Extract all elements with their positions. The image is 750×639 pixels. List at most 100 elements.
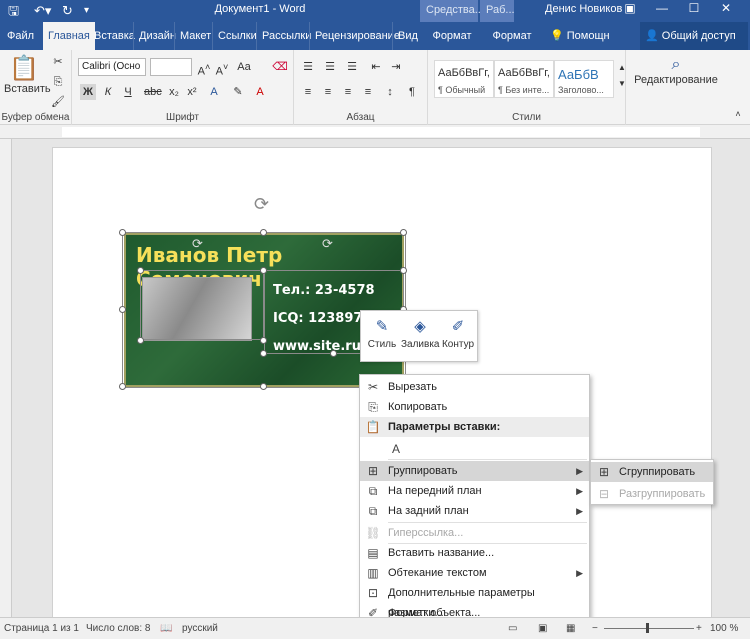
tab-references[interactable]: Ссылки bbox=[212, 22, 262, 50]
font-size-combo[interactable] bbox=[150, 58, 192, 76]
rotate-handle-icon[interactable]: ⟳ bbox=[254, 194, 269, 215]
resize-handle[interactable] bbox=[400, 267, 407, 274]
resize-handle[interactable] bbox=[260, 350, 267, 357]
highlight-icon[interactable]: ✎ bbox=[230, 84, 246, 100]
numbering-icon[interactable]: ☰ bbox=[322, 59, 338, 75]
resize-handle[interactable] bbox=[137, 337, 144, 344]
zoom-level[interactable]: 100 % bbox=[710, 623, 738, 634]
clear-format-icon[interactable]: ⌫ bbox=[272, 59, 288, 75]
resize-handle[interactable] bbox=[260, 337, 267, 344]
menu-item-wrap-text[interactable]: ▥ Обтекание текстом ▶ bbox=[360, 563, 589, 583]
language[interactable]: русский bbox=[182, 623, 218, 634]
tab-layout[interactable]: Макет bbox=[174, 22, 216, 50]
tab-home[interactable]: Главная bbox=[43, 22, 95, 50]
rotate-handle-icon[interactable]: ⟳ bbox=[192, 236, 203, 252]
web-layout-icon[interactable]: ▦ bbox=[566, 623, 575, 634]
context-menu: ✂ Вырезать ⎘ Копировать 📋 Параметры вста… bbox=[359, 374, 590, 626]
vertical-ruler[interactable] bbox=[0, 139, 12, 617]
copy-icon[interactable]: ⎘ bbox=[50, 74, 66, 90]
submenu-item-group[interactable]: ⊞ Сгруппировать bbox=[591, 462, 713, 482]
text-effects-icon[interactable]: A bbox=[206, 84, 222, 100]
strikethrough-icon[interactable]: abc bbox=[144, 84, 162, 100]
tell-me-box[interactable]: 💡 Помощн bbox=[545, 22, 615, 50]
menu-item-group[interactable]: ⊞ Группировать ▶ bbox=[360, 461, 589, 481]
style-normal[interactable]: АаБбВвГг, ¶ Обычный bbox=[434, 60, 494, 98]
resize-handle[interactable] bbox=[330, 350, 337, 357]
tab-file[interactable]: Файл bbox=[2, 22, 39, 50]
drawing-tools-context: Средства... bbox=[420, 0, 484, 22]
menu-item-bring-front[interactable]: ⧉ На передний план ▶ bbox=[360, 481, 589, 501]
tab-view[interactable]: Вид bbox=[392, 22, 423, 50]
grow-font-icon[interactable]: A˄ bbox=[196, 59, 212, 78]
print-layout-icon[interactable]: ▣ bbox=[538, 623, 547, 634]
bold-button[interactable]: Ж bbox=[80, 84, 96, 100]
outline-button[interactable]: ✐ Контур bbox=[439, 315, 477, 359]
align-left-icon[interactable]: ≡ bbox=[300, 84, 316, 100]
menu-item-copy[interactable]: ⎘ Копировать bbox=[360, 397, 589, 417]
tab-review[interactable]: Рецензирование bbox=[309, 22, 405, 50]
chevron-right-icon: ▶ bbox=[576, 568, 583, 578]
zoom-out-icon[interactable]: − bbox=[592, 623, 598, 634]
proofing-icon[interactable]: 📖 bbox=[160, 623, 172, 634]
format-painter-icon[interactable]: 🖌 bbox=[50, 94, 66, 110]
collapse-ribbon-icon[interactable]: ˄ bbox=[730, 106, 746, 122]
resize-handle[interactable] bbox=[260, 383, 267, 390]
line-spacing-icon[interactable]: ↕ bbox=[382, 84, 398, 100]
pilcrow-icon[interactable]: ¶ bbox=[404, 84, 420, 100]
subscript-icon[interactable]: x₂ bbox=[166, 84, 182, 100]
cut-icon[interactable]: ✂ bbox=[50, 54, 66, 70]
ribbon-options-icon[interactable]: ▣ bbox=[620, 1, 640, 15]
tab-mailings[interactable]: Рассылки bbox=[256, 22, 316, 50]
zoom-slider[interactable] bbox=[604, 628, 694, 629]
resize-handle[interactable] bbox=[400, 229, 407, 236]
increase-indent-icon[interactable]: ⇥ bbox=[388, 59, 404, 75]
tab-format-drawing[interactable]: Формат bbox=[424, 22, 480, 50]
resize-handle[interactable] bbox=[119, 306, 126, 313]
decrease-indent-icon[interactable]: ⇤ bbox=[368, 59, 384, 75]
zoom-thumb[interactable] bbox=[646, 623, 649, 633]
page-count[interactable]: Страница 1 из 1 bbox=[4, 623, 79, 634]
underline-button[interactable]: Ч bbox=[120, 84, 136, 100]
zoom-in-icon[interactable]: + bbox=[696, 623, 702, 634]
shrink-font-icon[interactable]: A˅ bbox=[214, 59, 230, 78]
style-button[interactable]: ✎ Стиль bbox=[363, 315, 401, 359]
rotate-handle-icon[interactable]: ⟳ bbox=[322, 236, 333, 252]
tab-format-picture[interactable]: Формат bbox=[484, 22, 540, 50]
word-count[interactable]: Число слов: 8 bbox=[86, 623, 150, 634]
resize-handle[interactable] bbox=[119, 383, 126, 390]
fill-button[interactable]: ◈ Заливка bbox=[401, 315, 440, 359]
share-button[interactable]: 👤 Общий доступ bbox=[640, 22, 748, 50]
resize-handle[interactable] bbox=[137, 267, 144, 274]
bullets-icon[interactable]: ☰ bbox=[300, 59, 316, 75]
resize-handle[interactable] bbox=[260, 229, 267, 236]
change-case-icon[interactable]: Aa bbox=[236, 59, 252, 75]
justify-icon[interactable]: ≡ bbox=[360, 84, 376, 100]
style-heading[interactable]: АаБбВ Заголово... bbox=[554, 60, 614, 98]
menu-item-layout-options[interactable]: ⊡ Дополнительные параметры разметки... bbox=[360, 583, 589, 619]
user-name[interactable]: Денис Новиков bbox=[545, 3, 622, 15]
menu-item-send-back[interactable]: ⧉ На задний план ▶ bbox=[360, 501, 589, 521]
italic-button[interactable]: К bbox=[100, 84, 116, 100]
align-right-icon[interactable]: ≡ bbox=[340, 84, 356, 100]
font-color-icon[interactable]: A bbox=[252, 84, 268, 100]
editing-button[interactable]: ⌕ Редактирование bbox=[630, 56, 722, 86]
paste-button[interactable]: 📋 Вставить bbox=[4, 54, 51, 95]
resize-handle[interactable] bbox=[119, 229, 126, 236]
read-mode-icon[interactable]: ▭ bbox=[508, 623, 517, 634]
style-no-spacing[interactable]: АаБбВвГг, ¶ Без инте... bbox=[494, 60, 554, 98]
menu-header-paste-options: 📋 Параметры вставки: bbox=[360, 417, 589, 437]
menu-item-cut[interactable]: ✂ Вырезать bbox=[360, 377, 589, 397]
font-name-combo[interactable]: Calibri (Осно bbox=[78, 58, 146, 76]
maximize-icon[interactable]: ☐ bbox=[684, 1, 704, 15]
multilevel-icon[interactable]: ☰ bbox=[344, 59, 360, 75]
superscript-icon[interactable]: x² bbox=[184, 84, 200, 100]
paste-keep-text-option[interactable]: A bbox=[360, 437, 589, 461]
horizontal-ruler[interactable] bbox=[0, 125, 750, 139]
close-icon[interactable]: ✕ bbox=[716, 1, 736, 15]
menu-item-insert-caption[interactable]: ▤ Вставить название... bbox=[360, 543, 589, 563]
resize-handle[interactable] bbox=[260, 267, 267, 274]
align-center-icon[interactable]: ≡ bbox=[320, 84, 336, 100]
minimize-icon[interactable]: — bbox=[652, 1, 672, 15]
ribbon-tabs: Файл Главная Вставка Дизайн Макет Ссылки… bbox=[0, 22, 750, 50]
styles-group: АаБбВвГг, ¶ Обычный АаБбВвГг, ¶ Без инте… bbox=[428, 50, 626, 125]
